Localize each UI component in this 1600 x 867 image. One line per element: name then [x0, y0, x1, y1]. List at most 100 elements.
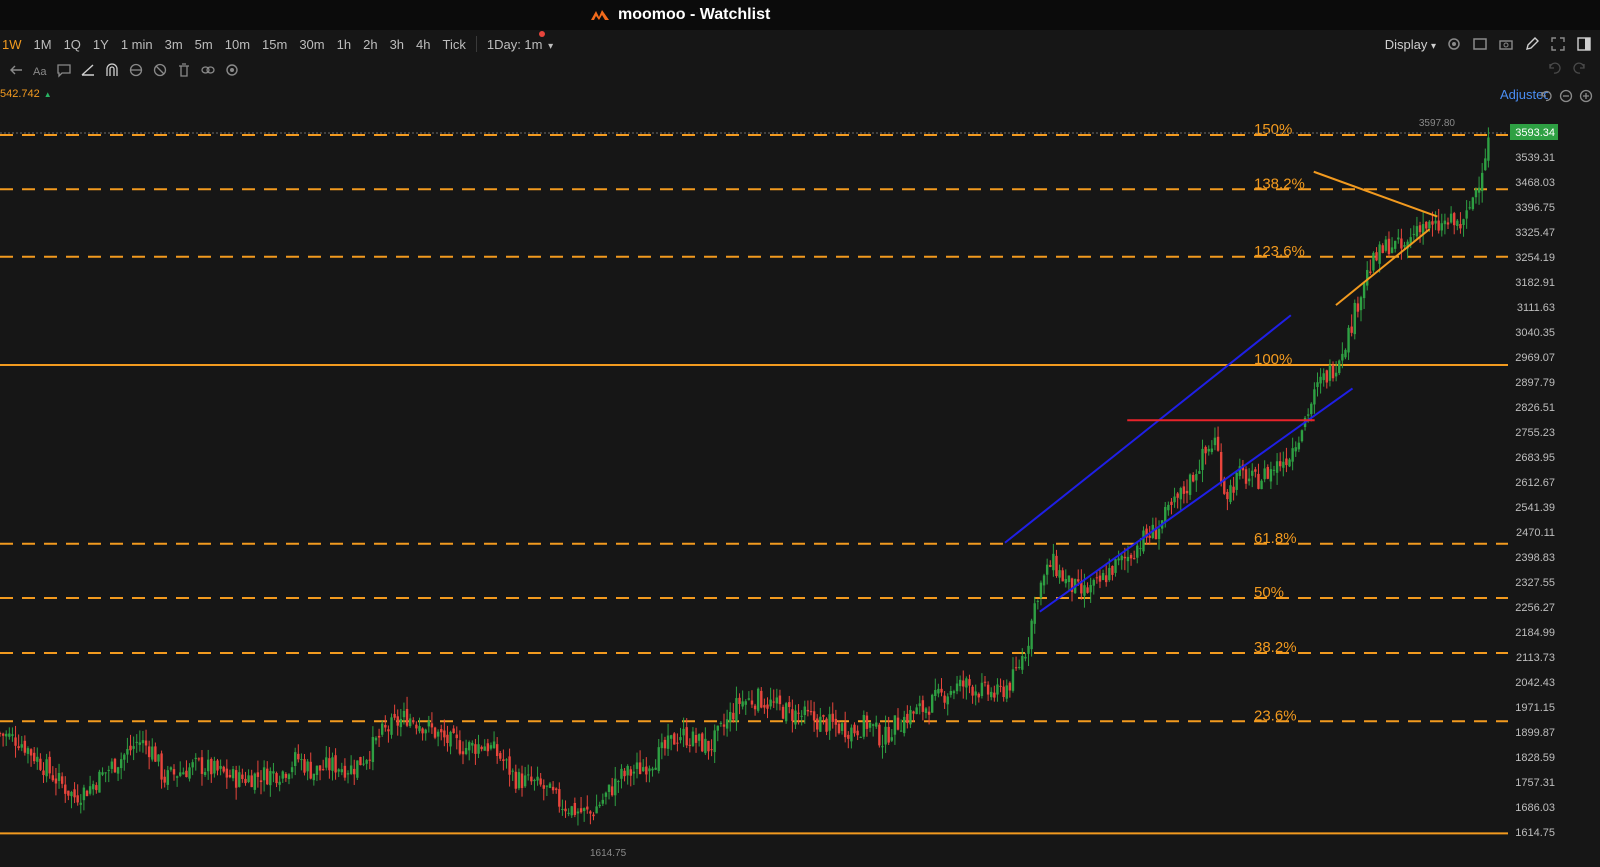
- candle-body: [1260, 480, 1263, 490]
- candle-body: [300, 759, 303, 761]
- candle-body: [1415, 226, 1419, 237]
- candle-body: [129, 745, 132, 751]
- candle-body: [1232, 486, 1235, 493]
- candle-body: [471, 742, 474, 746]
- candle-body: [1344, 349, 1347, 358]
- candle-body: [536, 776, 539, 781]
- candle-body: [1288, 459, 1291, 467]
- candle-body: [349, 765, 353, 774]
- y-tick-label: 1899.87: [1515, 727, 1555, 739]
- candle-body: [1465, 210, 1468, 219]
- candle-body: [977, 693, 980, 698]
- candle-body: [1226, 491, 1229, 500]
- candle-body: [648, 768, 651, 772]
- candle-body: [1412, 233, 1416, 235]
- candle-body: [380, 723, 384, 735]
- candle-body: [654, 767, 657, 770]
- candle-body: [73, 789, 76, 798]
- candle-body: [511, 770, 514, 772]
- candle-body: [1005, 685, 1008, 699]
- candle-body: [446, 734, 449, 744]
- fib-level-label: 150%: [1254, 121, 1292, 138]
- candle-body: [1446, 222, 1450, 225]
- candle-body: [200, 757, 204, 774]
- candle-body: [1334, 372, 1338, 377]
- candle-body: [262, 767, 266, 781]
- candle-body: [415, 724, 418, 729]
- price-chart[interactable]: 3593.34 3539.31 3468.03 3396.75 3325.47 3254.…: [0, 0, 1600, 867]
- candle-body: [51, 775, 55, 781]
- candle-body: [701, 733, 704, 752]
- candle-body: [1092, 579, 1095, 586]
- candle-body: [1282, 461, 1285, 468]
- candle-body: [8, 733, 11, 737]
- candle-body: [999, 685, 1002, 687]
- candle-body: [259, 780, 263, 783]
- candle-body: [610, 786, 614, 796]
- candle-body: [660, 742, 664, 749]
- candle-body: [595, 806, 598, 814]
- candle-body: [697, 734, 701, 741]
- candle-body: [523, 775, 527, 787]
- candle-body: [256, 772, 260, 777]
- candle-body: [281, 771, 284, 779]
- candle-body: [371, 736, 375, 763]
- candle-body: [67, 790, 70, 796]
- candle-body: [1067, 575, 1071, 583]
- candle-body: [632, 771, 636, 774]
- candle-body: [1331, 365, 1335, 379]
- y-tick-label: 3593.34: [1515, 127, 1555, 139]
- candle-body: [1030, 620, 1033, 650]
- channel-lower-line[interactable]: [1039, 387, 1354, 613]
- candle-body: [1198, 471, 1201, 474]
- candle-body: [927, 711, 931, 715]
- candle-body: [893, 715, 897, 735]
- candle-body: [1449, 213, 1453, 223]
- candle-body: [402, 710, 406, 718]
- candle-body: [548, 783, 552, 788]
- candle-body: [216, 760, 219, 771]
- candle-body: [937, 688, 940, 694]
- candle-body: [825, 718, 828, 732]
- candle-body: [840, 723, 844, 731]
- candle-body: [558, 789, 561, 807]
- candle-body: [1083, 585, 1086, 596]
- candle-body: [318, 765, 322, 771]
- candle-body: [694, 734, 698, 743]
- candle-body: [418, 726, 421, 732]
- candle-body: [775, 697, 779, 704]
- y-tick-label: 2113.73: [1516, 652, 1555, 664]
- candle-body: [384, 724, 387, 728]
- candle-body: [551, 786, 555, 791]
- candle-body: [1440, 223, 1443, 231]
- candle-body: [1341, 353, 1344, 361]
- y-tick-label: 1971.15: [1515, 702, 1555, 714]
- candle-body: [179, 772, 182, 776]
- candle-body: [440, 729, 443, 733]
- candle-body: [1362, 282, 1366, 299]
- triangle-lower-line[interactable]: [1335, 228, 1431, 306]
- candle-body: [231, 769, 235, 779]
- candle-body: [11, 734, 14, 736]
- channel-upper-line[interactable]: [1004, 314, 1292, 544]
- candle-body: [946, 696, 949, 705]
- candle-body: [669, 735, 673, 739]
- candle-body: [1297, 442, 1301, 450]
- candle-body: [430, 723, 434, 728]
- candle-body: [853, 724, 856, 734]
- candle-body: [1207, 448, 1210, 452]
- y-tick-label: 3111.63: [1517, 302, 1555, 314]
- candle-body: [741, 701, 744, 707]
- candle-body: [1195, 474, 1198, 481]
- candle-body: [542, 785, 545, 789]
- candle-body: [688, 744, 692, 746]
- candle-body: [657, 747, 660, 771]
- candle-body: [1356, 303, 1360, 312]
- triangle-upper-line[interactable]: [1313, 170, 1438, 218]
- candle-body: [909, 710, 912, 725]
- candle-body: [1182, 486, 1186, 494]
- candle-body: [203, 772, 207, 775]
- candle-body: [862, 714, 866, 737]
- candle-body: [747, 698, 751, 700]
- candle-body: [70, 791, 73, 797]
